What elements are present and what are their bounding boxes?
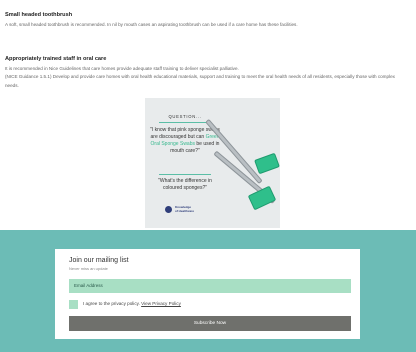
paragraph-toothbrush: A soft, small headed toothbrush is recom… xyxy=(5,22,298,27)
subscribe-button[interactable]: Subscribe Now xyxy=(69,316,351,331)
question-quote: "I know that pink sponge swabs are disco… xyxy=(149,127,221,155)
divider-line xyxy=(159,174,211,175)
green-sponge-icon xyxy=(254,152,280,175)
green-sponge-icon xyxy=(247,185,277,211)
email-field[interactable]: Email Address xyxy=(69,279,351,293)
privacy-checkbox[interactable] xyxy=(69,300,78,309)
logo-mark-icon xyxy=(165,206,172,213)
privacy-policy-link[interactable]: View Privacy Policy xyxy=(141,301,181,306)
agree-text: I agree to the privacy policy. xyxy=(83,301,142,306)
paragraph-nice-guidance: (NICE Guidance 1.5.1) Develop and provid… xyxy=(5,74,395,88)
article-section: Small headed toothbrush A soft, small he… xyxy=(0,0,416,230)
mailing-list-card: Join our mailing list Never miss an upda… xyxy=(55,249,360,339)
heading-small-headed-toothbrush: Small headed toothbrush xyxy=(5,12,73,18)
mailing-list-title: Join our mailing list xyxy=(69,257,129,264)
privacy-agree-label: I agree to the privacy policy. View Priv… xyxy=(83,301,181,306)
logo-line2: of Healthcare xyxy=(175,209,195,213)
heading-trained-staff: Appropriately trained staff in oral care xyxy=(5,56,107,62)
question-coloured-sponges: "What's the difference in coloured spong… xyxy=(158,178,212,191)
sponge-swab-question-image: QUESTION... "I know that pink sponge swa… xyxy=(145,98,280,228)
mailing-list-subtitle: Never miss an update xyxy=(69,266,108,271)
question-title: QUESTION... xyxy=(168,114,202,119)
knowledge-of-healthcare-logo: Knowledge of Healthcare xyxy=(165,205,205,215)
logo-text: Knowledge of Healthcare xyxy=(175,205,194,213)
divider-line xyxy=(159,122,211,123)
